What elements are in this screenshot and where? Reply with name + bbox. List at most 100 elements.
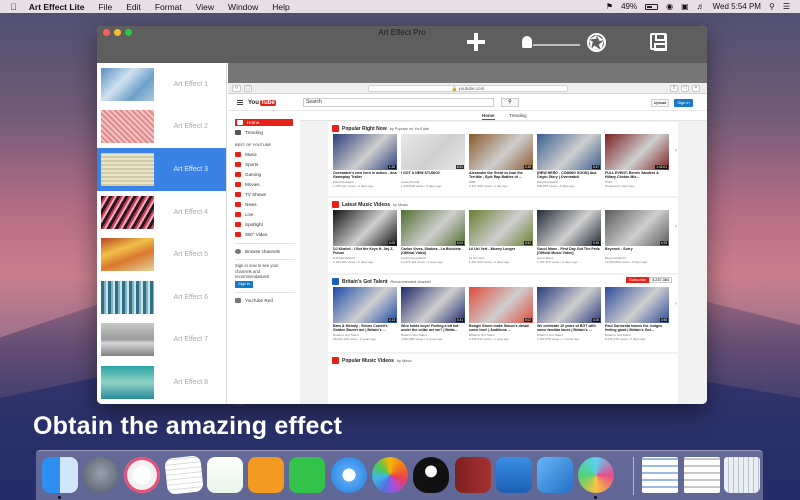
battery-percent[interactable]: 49% (621, 2, 637, 11)
youtube-section: Britain's Got Talent Recommended channel S… (328, 275, 678, 352)
video-views: 526,953 views • 3 days ago (537, 184, 575, 188)
effects-sidebar: Art Effect 1 Art Effect 2 Art Effect 3 A… (97, 63, 227, 404)
youtube-signin-button: Sign in (674, 99, 693, 107)
volume-icon[interactable]: ♬ (697, 2, 705, 11)
ibooks-icon[interactable] (248, 457, 284, 493)
video-views: Streamed 1 days ago (605, 184, 635, 188)
brightness-icon[interactable] (522, 36, 532, 48)
effect-item-3[interactable]: Art Effect 3 (97, 148, 226, 191)
dictionary-icon[interactable] (455, 457, 491, 493)
youtube-search-icon: ⚲ (501, 98, 519, 107)
qq-icon[interactable] (413, 457, 449, 493)
textedit-icon[interactable] (164, 455, 204, 495)
slider-track[interactable] (533, 44, 580, 46)
menu-app-name[interactable]: Art Effect Lite (29, 2, 85, 12)
battery-icon[interactable] (645, 3, 659, 10)
back-forward-icon: ‹› (232, 85, 241, 92)
guide-signin-button: Sign in (235, 281, 253, 288)
keynote-icon[interactable] (496, 457, 532, 493)
youtube-header: You Tube Search ⚲ Upload Sign in (228, 94, 707, 111)
section-byline: by Popular on YouTube (389, 126, 430, 131)
tabs-icon: □ (681, 85, 689, 92)
video-thumbnail: 3:13 (333, 287, 397, 323)
tv-icon (235, 192, 241, 197)
lock-icon: 🔒 (451, 86, 458, 91)
video-thumbnail: 3:52 (469, 210, 533, 246)
video-tile: 3:47 [NEW HERO - COMING SOON] Ana Origin … (537, 134, 601, 188)
save-icon[interactable] (650, 33, 667, 51)
youtube-logo: You Tube (248, 98, 276, 107)
finder-icon[interactable] (42, 457, 78, 493)
guide-live: Live (235, 211, 253, 218)
effect-label: Art Effect 1 (173, 80, 209, 88)
logo-you: You (248, 99, 259, 106)
menubar:  Art Effect Lite File Edit Format View … (0, 0, 800, 13)
menu-edit[interactable]: Edit (126, 2, 141, 12)
news-icon (235, 202, 241, 207)
brightness-slider[interactable] (522, 36, 580, 50)
launchpad-icon[interactable] (83, 457, 119, 493)
itunes-icon[interactable] (124, 457, 160, 493)
guide-home: Home (235, 119, 293, 126)
menu-file[interactable]: File (98, 2, 112, 12)
effect-item-4[interactable]: Art Effect 4 (97, 191, 226, 234)
numbers-icon[interactable] (207, 457, 243, 493)
document-stack-icon[interactable] (642, 457, 678, 493)
effect-thumbnail (101, 195, 154, 229)
guide-signin-note: Sign in now to see your channels and rec… (235, 263, 279, 279)
art-effect-icon[interactable] (578, 457, 614, 493)
plus-icon[interactable] (466, 32, 486, 52)
gaming-icon (235, 172, 241, 177)
hamburger-icon (237, 100, 243, 105)
video-tile: 3:41 Who holds boys! Feeling a bit hot un… (401, 287, 465, 341)
video-title: Gucci Mane - First Day Out The Feds [Off… (537, 247, 600, 256)
safari-icon[interactable] (331, 457, 367, 493)
menu-format[interactable]: Format (155, 2, 182, 12)
video-duration: 3:47 (591, 165, 600, 169)
effect-item-7[interactable]: Art Effect 7 (97, 319, 226, 362)
chevron-right-icon: › (675, 224, 677, 230)
wifi-icon[interactable]: ◉ (666, 2, 673, 11)
menu-help[interactable]: Help (272, 2, 289, 12)
section-channel-icon (332, 201, 339, 208)
facetime-icon[interactable] (289, 457, 325, 493)
apple-icon[interactable]:  (10, 2, 17, 12)
photos-icon[interactable] (372, 457, 408, 493)
video-thumbnail: 3:58 (605, 287, 669, 323)
music-icon (235, 152, 241, 157)
effect-thumbnail (101, 152, 154, 186)
menu-view[interactable]: View (196, 2, 214, 12)
trash-icon[interactable] (724, 457, 760, 493)
video-views: 1,781,574 views • 2 days ago (537, 260, 578, 264)
effect-label: Art Effect 3 (173, 165, 209, 173)
effect-item-6[interactable]: Art Effect 6 (97, 276, 226, 319)
shutter-icon[interactable] (587, 33, 606, 52)
window-titlebar: Art Effect Pro (97, 26, 707, 63)
image-canvas[interactable]: ‹› ▢ 🔒 youtube.com ⇧ □ + You Tube Search … (228, 63, 707, 404)
menu-window[interactable]: Window (228, 2, 258, 12)
video-title: Who holds boys! Feeling a bit hot under … (401, 324, 459, 333)
youtube-main: Home Trending Popular Right Now by Popula… (300, 111, 707, 404)
section-title: Latest Music Videos (342, 201, 390, 208)
video-duration: 4:04 (455, 241, 464, 245)
spotlight-icon[interactable]: ⚲ (769, 2, 775, 11)
browser-screenshot: ‹› ▢ 🔒 youtube.com ⇧ □ + You Tube Search … (228, 83, 707, 404)
effect-item-8[interactable]: Art Effect 8 (97, 361, 226, 404)
video-title: Overwatch's new hero in action - Ana Gam… (333, 171, 397, 180)
effect-item-5[interactable]: Art Effect 5 (97, 233, 226, 276)
guide-trending: Trending (235, 129, 263, 136)
guide-movies: Movies (235, 181, 260, 188)
share-icon: ⇧ (670, 85, 678, 92)
sidebar-icon: ▢ (244, 85, 252, 92)
menubar-clock[interactable]: Wed 5:54 PM (713, 2, 761, 11)
flag-icon[interactable]: ⚑ (606, 2, 613, 11)
video-duration: 3:52 (523, 241, 532, 245)
effect-item-2[interactable]: Art Effect 2 (97, 106, 226, 149)
document-stack-icon[interactable] (684, 457, 720, 493)
display-icon[interactable]: ▣ (681, 2, 689, 11)
promo-caption: Obtain the amazing effect (33, 412, 343, 440)
xcode-icon[interactable] (537, 457, 573, 493)
video-duration: 8:51 (455, 165, 464, 169)
notification-center-icon[interactable]: ☰ (783, 2, 790, 11)
effect-item-1[interactable]: Art Effect 1 (97, 63, 226, 106)
